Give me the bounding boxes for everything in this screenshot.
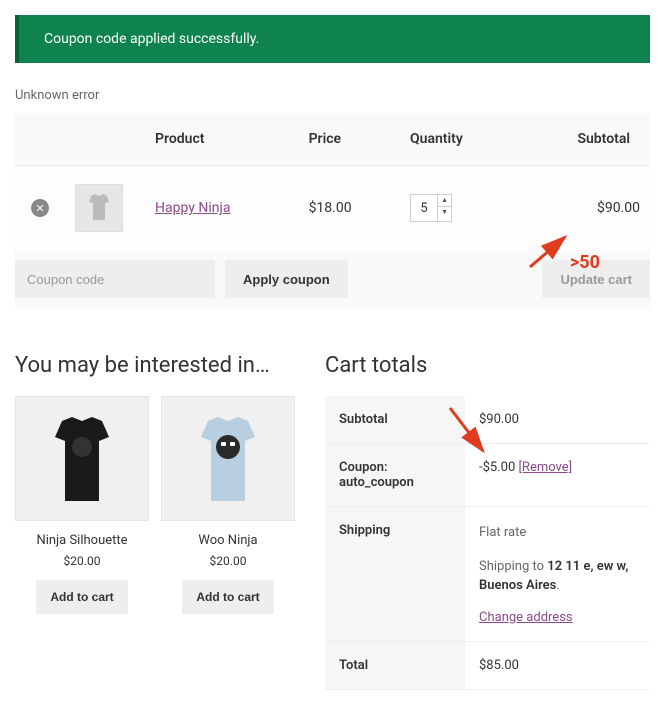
coupon-input[interactable] [15,260,215,298]
product-image[interactable] [161,396,295,521]
product-image[interactable] [15,396,149,521]
product-card: Woo Ninja $20.00 Add to cart [161,396,295,614]
col-price: Price [299,113,400,166]
shipping-method: Flat rate [479,523,636,543]
interest-title: You may be interested in… [15,353,295,378]
col-subtotal: Subtotal [517,113,650,166]
change-address-link[interactable]: Change address [479,610,573,625]
cart-totals-title: Cart totals [325,353,650,378]
shipping-destination: Shipping to 12 11 e, ew w, Buenos Aires. [479,557,636,596]
shipping-label: Shipping [325,507,465,642]
qty-up-icon[interactable]: ▲ [438,195,451,207]
product-name: Woo Ninja [161,533,295,548]
product-price: $20.00 [15,554,149,568]
qty-down-icon[interactable]: ▼ [438,207,451,218]
coupon-discount: -$5.00 [479,460,515,475]
quantity-stepper[interactable]: 5 ▲ ▼ [410,194,452,222]
item-subtotal: $90.00 [517,166,650,251]
cart-totals-table: Subtotal $90.00 Coupon: auto_coupon -$5.… [325,396,650,690]
remove-item-icon[interactable]: ✕ [31,199,49,217]
product-name: Ninja Silhouette [15,533,149,548]
add-to-cart-button[interactable]: Add to cart [182,580,273,614]
subtotal-label: Subtotal [325,396,465,444]
quantity-value: 5 [411,201,437,216]
product-price: $20.00 [161,554,295,568]
item-price: $18.00 [299,166,400,251]
product-card: Ninja Silhouette $20.00 Add to cart [15,396,149,614]
col-quantity: Quantity [400,113,517,166]
col-product: Product [145,113,299,166]
total-label: Total [325,641,465,689]
success-notice: Coupon code applied successfully. [15,15,650,63]
coupon-label: Coupon: auto_coupon [325,444,465,507]
cart-row: ✕ Happy Ninja $18.00 5 [15,166,650,251]
error-text: Unknown error [15,88,650,103]
update-cart-button[interactable]: Update cart [542,260,650,298]
apply-coupon-button[interactable]: Apply coupon [225,260,348,298]
remove-coupon-link[interactable]: [Remove] [518,460,572,475]
product-link[interactable]: Happy Ninja [155,200,230,216]
add-to-cart-button[interactable]: Add to cart [36,580,127,614]
subtotal-value: $90.00 [465,396,650,444]
cart-table: Product Price Quantity Subtotal ✕ [15,113,650,308]
total-value: $85.00 [465,641,650,689]
product-thumbnail[interactable] [75,184,123,232]
